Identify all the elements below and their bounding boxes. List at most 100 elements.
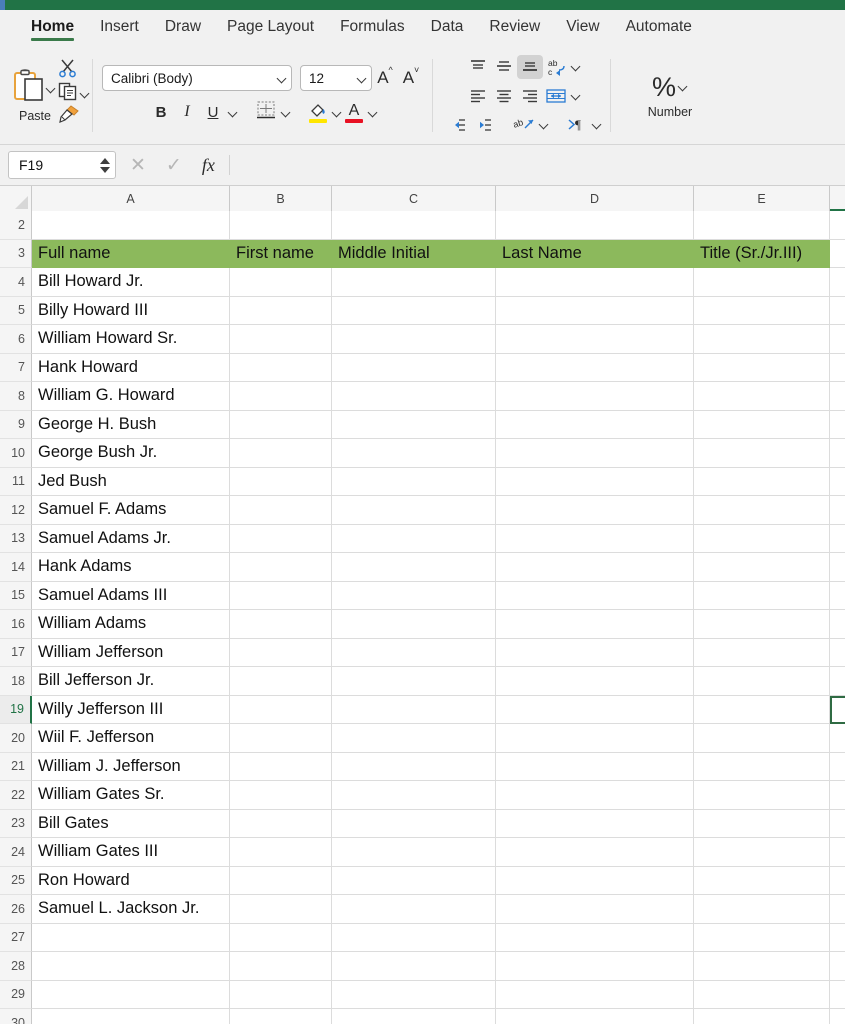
- cell-F26[interactable]: [830, 895, 845, 924]
- cell-B26[interactable]: [230, 895, 332, 924]
- number-format-dropdown-caret[interactable]: [679, 82, 688, 91]
- cell-C19[interactable]: [332, 695, 496, 724]
- tab-view[interactable]: View: [553, 10, 612, 38]
- cell-A18[interactable]: Bill Jefferson Jr.: [32, 667, 230, 696]
- font-name-select[interactable]: Calibri (Body): [102, 65, 292, 91]
- cell-C24[interactable]: [332, 838, 496, 867]
- cell-B29[interactable]: [230, 980, 332, 1009]
- cell-E9[interactable]: [694, 410, 830, 439]
- cell-C15[interactable]: [332, 581, 496, 610]
- cell-B27[interactable]: [230, 923, 332, 952]
- cell-B4[interactable]: [230, 268, 332, 297]
- cell-B19[interactable]: [230, 695, 332, 724]
- row-header-26[interactable]: 26: [0, 895, 32, 924]
- cell-B13[interactable]: [230, 524, 332, 553]
- cell-C13[interactable]: [332, 524, 496, 553]
- cell-D29[interactable]: [496, 980, 694, 1009]
- cell-D9[interactable]: [496, 410, 694, 439]
- cell-B9[interactable]: [230, 410, 332, 439]
- font-color-button[interactable]: A: [342, 100, 366, 124]
- increase-font-size-button[interactable]: A^: [372, 65, 398, 90]
- name-box-spinner[interactable]: [100, 157, 110, 173]
- cell-A9[interactable]: George H. Bush: [32, 410, 230, 439]
- cell-F2[interactable]: [830, 211, 845, 240]
- cancel-icon[interactable]: ✕: [130, 154, 146, 177]
- cell-B8[interactable]: [230, 382, 332, 411]
- cell-D30[interactable]: [496, 1009, 694, 1024]
- cell-A5[interactable]: Billy Howard III: [32, 296, 230, 325]
- format-painter-button[interactable]: [58, 105, 80, 128]
- copy-button[interactable]: [58, 82, 90, 105]
- cell-B6[interactable]: [230, 325, 332, 354]
- row-header-15[interactable]: 15: [0, 581, 32, 610]
- insert-function-icon[interactable]: fx: [202, 155, 215, 176]
- cell-C27[interactable]: [332, 923, 496, 952]
- cell-D28[interactable]: [496, 952, 694, 981]
- font-color-dropdown-caret[interactable]: [369, 108, 378, 117]
- row-header-18[interactable]: 18: [0, 667, 32, 696]
- cell-F21[interactable]: [830, 752, 845, 781]
- cell-A7[interactable]: Hank Howard: [32, 353, 230, 382]
- cell-F12[interactable]: [830, 496, 845, 525]
- cell-A12[interactable]: Samuel F. Adams: [32, 496, 230, 525]
- decrease-indent-button[interactable]: [444, 113, 470, 137]
- cell-A15[interactable]: Samuel Adams III: [32, 581, 230, 610]
- cell-D24[interactable]: [496, 838, 694, 867]
- column-header-A[interactable]: A: [32, 186, 230, 211]
- italic-button[interactable]: I: [174, 100, 200, 124]
- column-header-D[interactable]: D: [496, 186, 694, 211]
- row-header-3[interactable]: 3: [0, 239, 32, 268]
- cut-button[interactable]: [58, 59, 78, 82]
- cell-C8[interactable]: [332, 382, 496, 411]
- row-header-22[interactable]: 22: [0, 781, 32, 810]
- cell-B28[interactable]: [230, 952, 332, 981]
- cell-A3[interactable]: Full name: [32, 239, 230, 268]
- cell-D12[interactable]: [496, 496, 694, 525]
- cell-C29[interactable]: [332, 980, 496, 1009]
- formula-input[interactable]: [240, 151, 845, 179]
- orientation-button[interactable]: ab: [511, 113, 537, 137]
- cell-D26[interactable]: [496, 895, 694, 924]
- cell-B16[interactable]: [230, 610, 332, 639]
- cell-E25[interactable]: [694, 866, 830, 895]
- row-header-4[interactable]: 4: [0, 268, 32, 297]
- cell-D21[interactable]: [496, 752, 694, 781]
- cell-C22[interactable]: [332, 781, 496, 810]
- cell-D23[interactable]: [496, 809, 694, 838]
- row-header-27[interactable]: 27: [0, 923, 32, 952]
- cell-F29[interactable]: [830, 980, 845, 1009]
- cell-C6[interactable]: [332, 325, 496, 354]
- cell-F5[interactable]: [830, 296, 845, 325]
- cell-B21[interactable]: [230, 752, 332, 781]
- cell-E28[interactable]: [694, 952, 830, 981]
- ribbon-tab-bar[interactable]: Home Insert Draw Page Layout Formulas Data Rev…: [0, 10, 845, 47]
- cell-D18[interactable]: [496, 667, 694, 696]
- wrap-text-button[interactable]: ab c: [543, 55, 569, 79]
- cell-C21[interactable]: [332, 752, 496, 781]
- cell-B10[interactable]: [230, 439, 332, 468]
- column-header-F[interactable]: [830, 186, 845, 211]
- percent-format-icon[interactable]: %: [652, 73, 676, 101]
- cell-A26[interactable]: Samuel L. Jackson Jr.: [32, 895, 230, 924]
- row-header-23[interactable]: 23: [0, 809, 32, 838]
- cell-D25[interactable]: [496, 866, 694, 895]
- cell-E22[interactable]: [694, 781, 830, 810]
- cell-B12[interactable]: [230, 496, 332, 525]
- cell-D16[interactable]: [496, 610, 694, 639]
- cell-B18[interactable]: [230, 667, 332, 696]
- cell-E7[interactable]: [694, 353, 830, 382]
- borders-button[interactable]: [253, 100, 279, 124]
- cell-B5[interactable]: [230, 296, 332, 325]
- tab-review[interactable]: Review: [476, 10, 553, 38]
- column-header-B[interactable]: B: [230, 186, 332, 211]
- cell-D22[interactable]: [496, 781, 694, 810]
- cell-B2[interactable]: [230, 211, 332, 240]
- cell-E10[interactable]: [694, 439, 830, 468]
- wrap-text-dropdown-caret[interactable]: [572, 62, 581, 71]
- cell-E13[interactable]: [694, 524, 830, 553]
- cell-F16[interactable]: [830, 610, 845, 639]
- cell-D8[interactable]: [496, 382, 694, 411]
- row-header-19[interactable]: 19: [0, 695, 32, 724]
- cell-E3[interactable]: Title (Sr./Jr.III): [694, 239, 830, 268]
- cell-E15[interactable]: [694, 581, 830, 610]
